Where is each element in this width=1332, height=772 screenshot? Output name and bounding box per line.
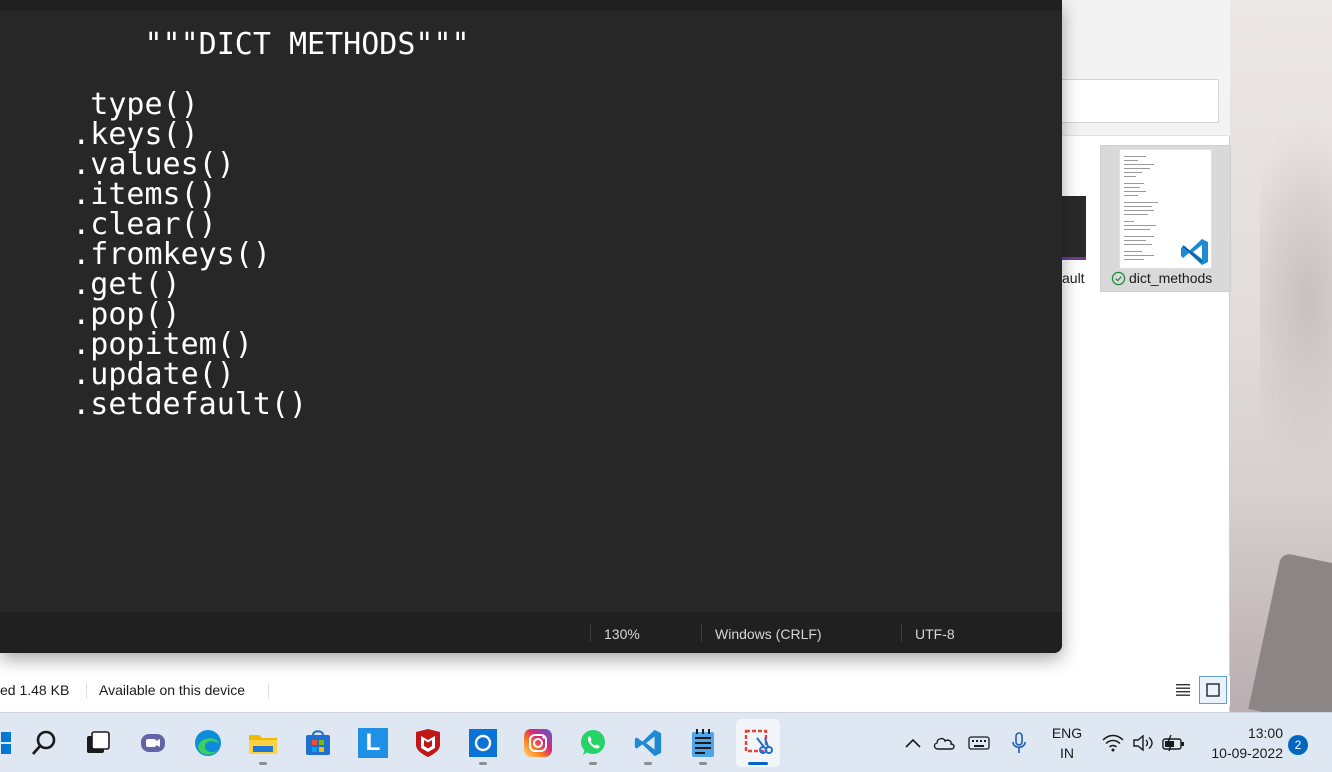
file-explorer-button[interactable] xyxy=(241,719,285,767)
keyboard-icon xyxy=(968,736,990,750)
editor-line: .get() xyxy=(0,267,181,302)
edge-button[interactable] xyxy=(186,719,230,767)
vscode-icon xyxy=(1179,236,1211,268)
teams-chat-icon xyxy=(141,734,165,752)
chat-button[interactable] xyxy=(131,719,175,767)
editor-line: type() xyxy=(0,87,199,122)
taskbar: L ENG IN 13:00 10-09-2022 2 xyxy=(0,712,1332,772)
notification-badge[interactable]: 2 xyxy=(1288,735,1308,755)
language-code: ENG xyxy=(1051,725,1083,741)
whatsapp-icon xyxy=(581,730,605,755)
running-indicator xyxy=(479,762,487,765)
windows-icon xyxy=(1,732,11,754)
text-editor[interactable]: """DICT METHODS""" type() .keys() .value… xyxy=(0,11,1062,612)
search-icon xyxy=(31,730,56,755)
snipping-tool-button[interactable] xyxy=(736,719,780,767)
notepad-icon xyxy=(692,729,714,757)
cortana-button[interactable] xyxy=(461,719,505,767)
file-tile-dict-methods[interactable]: dict_methods xyxy=(1100,145,1231,292)
running-indicator xyxy=(699,762,707,765)
editor-line: """DICT METHODS""" xyxy=(0,27,470,62)
l-app-icon: L xyxy=(358,728,388,758)
explorer-address-bar[interactable] xyxy=(1062,79,1219,123)
instagram-icon xyxy=(524,729,552,757)
mcafee-button[interactable] xyxy=(406,719,450,767)
chevron-up-icon xyxy=(905,738,921,748)
touch-keyboard-button[interactable] xyxy=(964,713,994,772)
region-code: IN xyxy=(1060,745,1074,761)
availability-status: Available on this device xyxy=(99,682,246,698)
clock-button[interactable]: 13:00 10-09-2022 xyxy=(1196,713,1284,772)
editor-line: .pop() xyxy=(0,297,181,332)
store-icon xyxy=(306,730,330,755)
running-indicator xyxy=(259,762,267,765)
task-view-button[interactable] xyxy=(76,719,120,767)
line-ending: Windows (CRLF) xyxy=(715,626,822,642)
file-name-row: dict_methods xyxy=(1111,270,1212,286)
status-divider xyxy=(590,624,591,642)
active-indicator xyxy=(748,762,768,765)
clock-date: 10-09-2022 xyxy=(1211,745,1283,761)
editor-line: .keys() xyxy=(0,117,199,152)
wallpaper-shape xyxy=(1260,120,1332,480)
notepad-titlebar[interactable] xyxy=(0,0,1062,11)
quick-settings-button[interactable] xyxy=(1098,713,1190,772)
whatsapp-button[interactable] xyxy=(571,719,615,767)
selected-size: ed 1.48 KB xyxy=(0,682,70,698)
status-divider xyxy=(901,624,902,642)
search-button[interactable] xyxy=(22,719,66,767)
cloud-icon xyxy=(933,737,955,750)
status-divider xyxy=(86,683,87,699)
editor-line: .fromkeys() xyxy=(0,237,271,272)
editor-line: .items() xyxy=(0,177,217,212)
editor-line: .values() xyxy=(0,147,235,182)
battery-charging-icon xyxy=(1162,734,1184,752)
show-hidden-icons-button[interactable] xyxy=(900,713,926,772)
edge-icon xyxy=(195,730,221,756)
folder-icon xyxy=(249,735,277,754)
vscode-icon xyxy=(634,729,662,757)
zoom-level: 130% xyxy=(604,626,640,642)
language-indicator[interactable]: ENG IN xyxy=(1044,713,1090,772)
encoding: UTF-8 xyxy=(915,626,955,642)
start-button[interactable] xyxy=(0,719,22,767)
running-indicator xyxy=(644,762,652,765)
desktop-wallpaper xyxy=(1230,0,1332,712)
status-divider xyxy=(268,683,269,699)
wifi-icon xyxy=(1102,734,1124,752)
cortana-icon xyxy=(469,729,497,757)
running-indicator xyxy=(589,762,597,765)
editor-line: .setdefault() xyxy=(0,387,308,422)
instagram-button[interactable] xyxy=(516,719,560,767)
microphone-icon xyxy=(1012,732,1026,753)
store-button[interactable] xyxy=(296,719,340,767)
editor-line: .clear() xyxy=(0,207,217,242)
check-circle-icon xyxy=(1111,271,1126,285)
microphone-button[interactable] xyxy=(1006,713,1032,772)
tiles-view-button[interactable] xyxy=(1199,676,1227,704)
onedrive-button[interactable] xyxy=(930,713,958,772)
editor-line: .popitem() xyxy=(0,327,253,362)
file-label-partial[interactable]: ault xyxy=(1062,270,1085,286)
snipping-tool-icon xyxy=(744,729,773,754)
task-view-icon xyxy=(87,731,110,753)
tiles-view-icon xyxy=(1206,683,1220,697)
volume-icon xyxy=(1133,734,1153,752)
mcafee-icon xyxy=(416,729,440,757)
notepad-button[interactable] xyxy=(681,719,725,767)
status-divider xyxy=(701,624,702,642)
details-view-button[interactable] xyxy=(1172,680,1194,700)
file-name: dict_methods xyxy=(1129,270,1213,286)
vscode-button[interactable] xyxy=(626,719,670,767)
file-thumbnail-partial[interactable] xyxy=(1062,196,1086,260)
notepad-status-bar: 130% Windows (CRLF) UTF-8 xyxy=(0,612,1062,653)
editor-line: .update() xyxy=(0,357,235,392)
clock-time: 13:00 xyxy=(1247,725,1283,741)
wallpaper-shape xyxy=(1248,552,1332,712)
details-view-icon xyxy=(1176,684,1190,696)
notepad-window: """DICT METHODS""" type() .keys() .value… xyxy=(0,0,1062,653)
explorer-status-bar: ed 1.48 KB Available on this device xyxy=(0,676,1230,706)
l-app-button[interactable]: L xyxy=(351,719,395,767)
